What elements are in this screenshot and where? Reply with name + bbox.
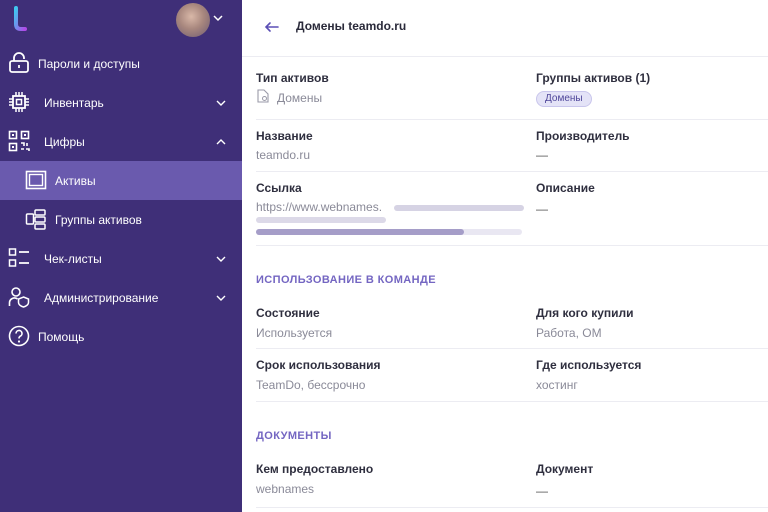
back-arrow-icon[interactable] <box>262 17 282 37</box>
document-label: Документ <box>536 462 594 476</box>
description-label: Описание <box>536 181 595 195</box>
sidebar-item-asset-groups[interactable]: Группы активов <box>0 200 242 239</box>
sidebar-item-label: Цифры <box>44 134 85 149</box>
sidebar: Пароли и доступы Инвентарь Цифры Активы … <box>0 0 242 512</box>
sidebar-item-checklists[interactable]: Чек-листы <box>0 239 242 278</box>
divider <box>256 348 768 349</box>
file-icon <box>257 89 269 103</box>
provided-by-label: Кем предоставлено <box>256 462 374 476</box>
divider <box>256 245 768 246</box>
sidebar-item-passwords[interactable]: Пароли и доступы <box>0 44 242 83</box>
sidebar-header <box>0 0 242 40</box>
asset-type-value: Домены <box>277 91 323 105</box>
manufacturer-value: — <box>536 148 548 162</box>
teamdo-logo[interactable] <box>10 6 28 32</box>
asset-type-label: Тип активов <box>256 71 329 85</box>
where-used-value: хостинг <box>536 378 578 392</box>
chevron-down-icon[interactable] <box>212 12 224 24</box>
sidebar-item-help[interactable]: Помощь <box>0 317 242 356</box>
qr-code-icon <box>8 130 30 152</box>
usage-section-title: ИСПОЛЬЗОВАНИЕ В КОМАНДЕ <box>256 274 436 286</box>
help-icon <box>8 325 30 347</box>
chip-icon <box>8 91 30 113</box>
term-label: Срок использования <box>256 358 381 372</box>
documents-section-title: ДОКУМЕНТЫ <box>256 430 332 442</box>
link-scrollbar-thumb[interactable] <box>256 229 464 235</box>
admin-user-icon <box>8 286 30 308</box>
sidebar-item-label: Администрирование <box>44 290 159 305</box>
provided-by-value: webnames <box>256 482 315 496</box>
where-used-label: Где используется <box>536 358 642 372</box>
name-value: teamdo.ru <box>256 148 311 162</box>
description-value: — <box>536 202 548 216</box>
divider <box>256 401 768 402</box>
divider <box>256 119 768 120</box>
link-value[interactable]: https://www.webnames. <box>256 200 382 214</box>
link-value-redacted <box>394 205 524 211</box>
chevron-up-icon <box>215 136 227 148</box>
sidebar-item-digital[interactable]: Цифры <box>0 122 242 161</box>
sidebar-item-assets[interactable]: Активы <box>0 161 242 200</box>
checklist-icon <box>8 247 30 269</box>
manufacturer-label: Производитель <box>536 129 630 143</box>
divider <box>256 507 768 508</box>
sidebar-item-label: Активы <box>55 173 96 188</box>
asset-groups-icon <box>25 208 47 230</box>
page-header: Домены teamdo.ru <box>242 0 768 57</box>
main-content: Домены teamdo.ru Тип активов Домены Груп… <box>242 0 768 512</box>
term-value: TeamDo, бессрочно <box>256 378 366 392</box>
chevron-down-icon <box>215 292 227 304</box>
sidebar-item-inventory[interactable]: Инвентарь <box>0 83 242 122</box>
sidebar-item-administration[interactable]: Администрирование <box>0 278 242 317</box>
document-value: — <box>536 484 548 498</box>
sidebar-item-label: Помощь <box>38 329 85 344</box>
sidebar-item-label: Чек-листы <box>44 251 102 266</box>
window-icon <box>25 169 47 191</box>
asset-groups-label: Группы активов (1) <box>536 71 651 85</box>
divider <box>256 171 768 172</box>
for-whom-value: Работа, ОМ <box>536 326 602 340</box>
user-avatar[interactable] <box>176 3 210 37</box>
chevron-down-icon <box>215 253 227 265</box>
state-label: Состояние <box>256 306 320 320</box>
asset-group-badge[interactable]: Домены <box>536 91 592 107</box>
link-label: Ссылка <box>256 181 302 195</box>
lock-icon <box>8 52 30 74</box>
page-title: Домены teamdo.ru <box>296 19 407 33</box>
name-label: Название <box>256 129 313 143</box>
sidebar-item-label: Пароли и доступы <box>38 56 140 71</box>
for-whom-label: Для кого купили <box>536 306 634 320</box>
link-value-redacted <box>256 217 386 223</box>
chevron-down-icon <box>215 97 227 109</box>
sidebar-item-label: Группы активов <box>55 212 142 227</box>
sidebar-item-label: Инвентарь <box>44 95 104 110</box>
state-value: Используется <box>256 326 333 340</box>
